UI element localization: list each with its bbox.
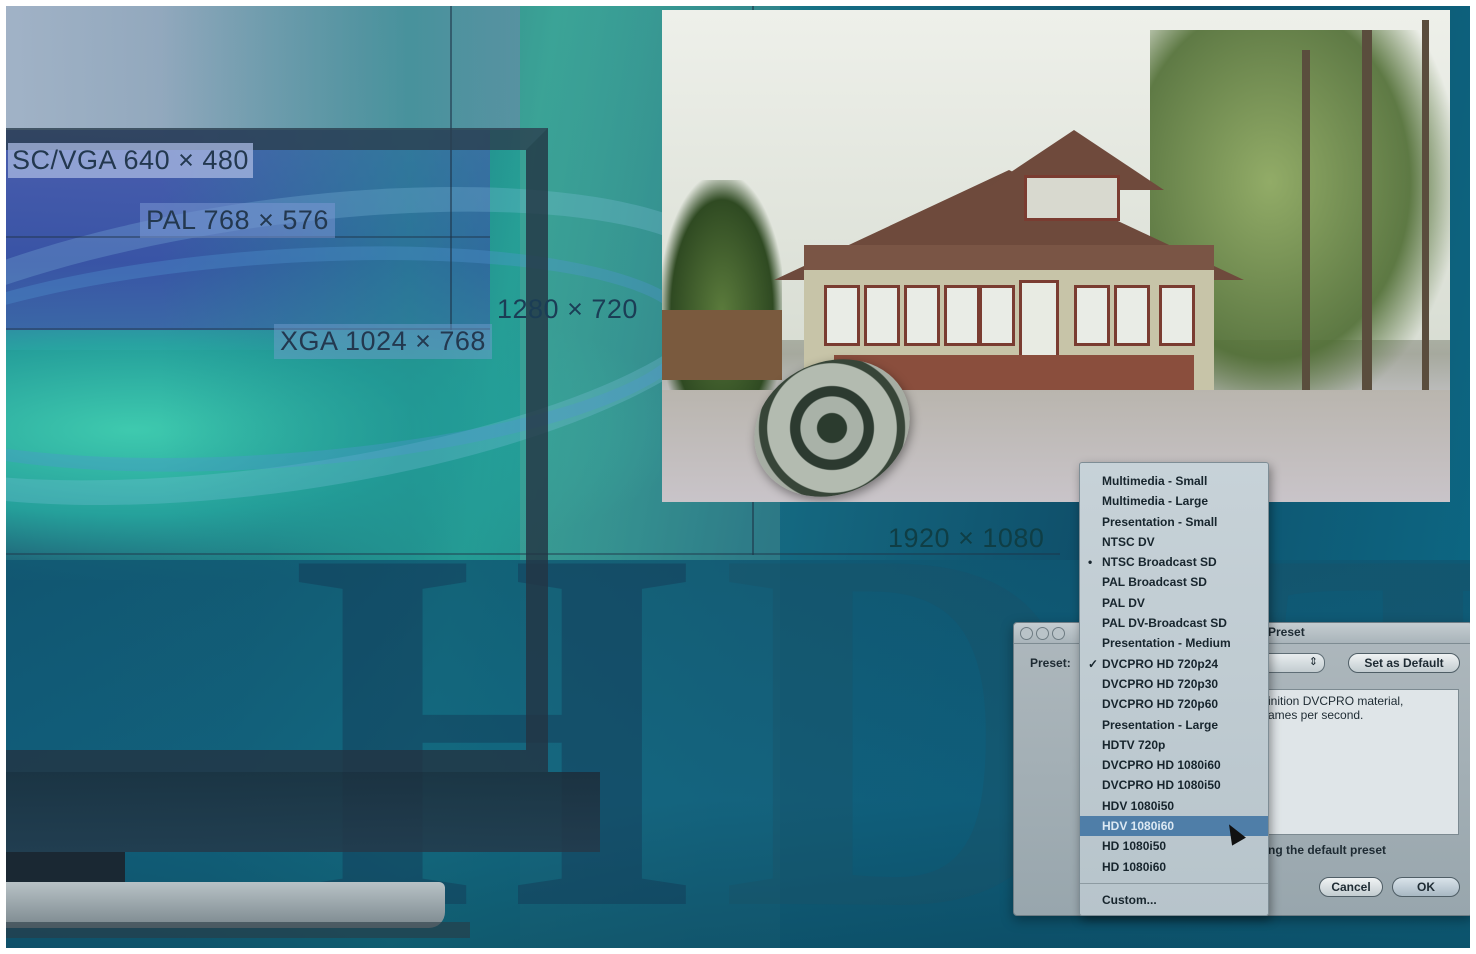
menu-item-label: HD 1080i60	[1102, 859, 1167, 874]
minimize-window-button[interactable]	[1036, 627, 1049, 640]
house-window	[979, 285, 1015, 346]
tree-trunk	[1362, 30, 1372, 410]
menu-item[interactable]: DVCPRO HD 720p60	[1080, 694, 1268, 714]
menu-item[interactable]: PAL DV	[1080, 593, 1268, 613]
menu-item[interactable]: DVCPRO HD 1080i60	[1080, 755, 1268, 775]
cancel-button[interactable]: Cancel	[1319, 877, 1383, 897]
menu-item-label: DVCPRO HD 720p24	[1102, 656, 1219, 671]
menu-item[interactable]: DVCPRO HD 720p30	[1080, 674, 1268, 694]
menu-item[interactable]: PAL Broadcast SD	[1080, 572, 1268, 592]
menu-item-label: Multimedia - Small	[1102, 474, 1208, 488]
bullet-icon: •	[1088, 555, 1093, 570]
menu-item-label: HD 1080i50	[1102, 839, 1167, 854]
set-as-default-button[interactable]: Set as Default	[1348, 653, 1460, 673]
menu-item[interactable]: ✓ DVCPRO HD 720p24	[1080, 654, 1268, 674]
menu-item-label: Multimedia - Large	[1102, 494, 1209, 509]
house-window	[1074, 285, 1110, 346]
close-window-button[interactable]	[1020, 627, 1033, 640]
preset-menu-list: Multimedia - Small Multimedia - Large Pres…	[1080, 471, 1268, 912]
description-line: inition DVCPRO material,	[1268, 694, 1404, 708]
preset-description: inition DVCPRO material, ames per second…	[1268, 689, 1459, 835]
menu-item-label: Presentation - Small	[1102, 514, 1218, 529]
menu-item-label: HDV 1080i60	[1102, 819, 1175, 834]
house-window	[824, 285, 860, 346]
monitor-shadow	[0, 922, 470, 938]
menu-item[interactable]: • NTSC Broadcast SD	[1080, 552, 1268, 572]
menu-item-label: DVCPRO HD 1080i50	[1102, 778, 1221, 793]
house-window	[1159, 285, 1195, 346]
resolution-label-vga: SC/VGA 640 × 480	[8, 143, 253, 178]
house-window	[1024, 175, 1120, 221]
zoom-window-button[interactable]	[1052, 627, 1065, 640]
menu-item[interactable]: DVCPRO HD 1080i50	[1080, 775, 1268, 795]
default-preset-note: ng the default preset	[1268, 843, 1387, 857]
resolution-label-720: 1280 × 720	[497, 294, 638, 324]
menu-item-label: PAL DV	[1102, 595, 1145, 610]
menu-item-label: HDV 1080i50	[1102, 798, 1175, 813]
menu-item-label: NTSC DV	[1102, 534, 1155, 549]
menu-item-label: DVCPRO HD 720p30	[1102, 676, 1219, 691]
ok-button[interactable]: OK	[1392, 877, 1460, 897]
house-window	[944, 285, 980, 346]
photo-fence	[662, 310, 782, 380]
menu-item-custom[interactable]: Custom...	[1080, 888, 1268, 912]
house-window	[904, 285, 940, 346]
menu-item[interactable]: Multimedia - Large	[1080, 491, 1268, 511]
house-window	[1114, 285, 1150, 346]
menu-item-label: Presentation - Large	[1102, 717, 1219, 732]
preset-popup-menu: Multimedia - Small Multimedia - Large Pres…	[1079, 462, 1269, 916]
tree-trunk	[1302, 50, 1310, 410]
menu-item-label: DVCPRO HD 1080i60	[1102, 758, 1221, 773]
resolution-label-1080: 1920 × 1080	[888, 523, 1045, 553]
menu-item-label: DVCPRO HD 720p60	[1102, 697, 1219, 712]
dialog-title: Preset	[1268, 625, 1305, 639]
house-window	[864, 285, 900, 346]
menu-item-label: Presentation - Medium	[1102, 636, 1231, 651]
menu-separator	[1080, 882, 1268, 884]
menu-item-label: HDTV 720p	[1102, 737, 1166, 752]
house	[774, 130, 1244, 390]
preset-label: Preset:	[1030, 656, 1071, 670]
house-door	[1019, 280, 1059, 361]
description-line: ames per second.	[1268, 708, 1364, 722]
menu-item[interactable]: NTSC DV	[1080, 532, 1268, 552]
menu-item[interactable]: Multimedia - Small	[1080, 471, 1268, 491]
menu-item-label: PAL Broadcast SD	[1102, 575, 1207, 590]
house-photo	[662, 10, 1450, 502]
menu-item[interactable]: HD 1080i60	[1080, 857, 1268, 877]
menu-item[interactable]: HDV 1080i50	[1080, 796, 1268, 816]
monitor-bezel	[0, 772, 600, 852]
menu-item-label: PAL DV-Broadcast SD	[1102, 616, 1227, 631]
preset-popup-button[interactable]: ⇕	[1268, 653, 1325, 673]
menu-item[interactable]: HDTV 720p	[1080, 735, 1268, 755]
tree-trunk	[1422, 20, 1429, 410]
menu-item[interactable]: PAL DV-Broadcast SD	[1080, 613, 1268, 633]
checkmark-icon: ✓	[1088, 656, 1099, 671]
menu-item[interactable]: Presentation - Medium	[1080, 633, 1268, 653]
menu-item[interactable]: Presentation - Large	[1080, 715, 1268, 735]
menu-item-label: NTSC Broadcast SD	[1102, 555, 1217, 570]
resolution-label-xga: XGA 1024 × 768	[274, 324, 492, 359]
resolution-label-pal: PAL 768 × 576	[140, 203, 335, 238]
menu-item[interactable]: Presentation - Small	[1080, 512, 1268, 532]
updown-arrows-icon: ⇕	[1308, 656, 1318, 668]
